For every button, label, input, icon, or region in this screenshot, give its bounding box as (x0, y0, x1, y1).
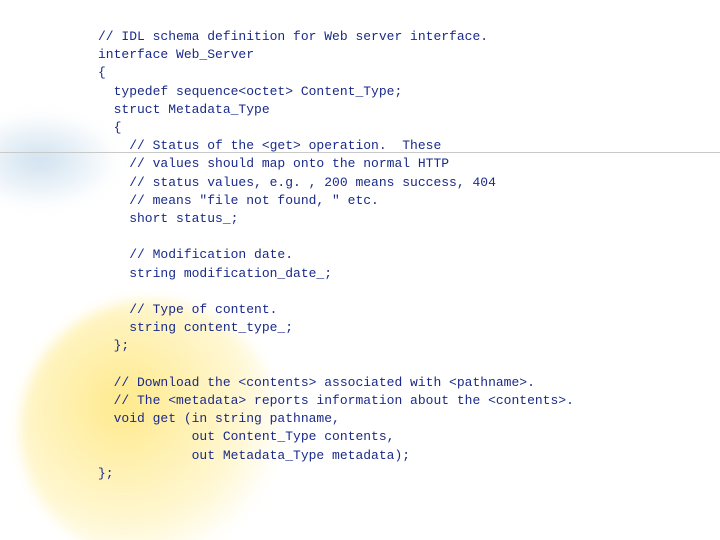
code-line: // Status of the <get> operation. These (98, 138, 441, 153)
code-line: string modification_date_; (98, 266, 332, 281)
code-line: typedef sequence<octet> Content_Type; (98, 84, 402, 99)
code-line: // The <metadata> reports information ab… (98, 393, 574, 408)
code-line: string content_type_; (98, 320, 293, 335)
code-line: interface Web_Server (98, 47, 254, 62)
code-line: // status values, e.g. , 200 means succe… (98, 175, 496, 190)
code-line: out Content_Type contents, (98, 429, 394, 444)
code-line: // Modification date. (98, 247, 293, 262)
code-line: // IDL schema definition for Web server … (98, 29, 488, 44)
code-line: struct Metadata_Type (98, 102, 270, 117)
code-line: void get (in string pathname, (98, 411, 340, 426)
code-line: { (98, 65, 106, 80)
code-line: short status_; (98, 211, 238, 226)
code-line: // values should map onto the normal HTT… (98, 156, 449, 171)
idl-code-block: // IDL schema definition for Web server … (0, 0, 720, 483)
code-line: }; (98, 466, 114, 481)
code-line: // Type of content. (98, 302, 277, 317)
code-line: out Metadata_Type metadata); (98, 448, 410, 463)
code-line: // Download the <contents> associated wi… (98, 375, 535, 390)
code-line: // means "file not found, " etc. (98, 193, 379, 208)
code-line: }; (98, 338, 129, 353)
code-line: { (98, 120, 121, 135)
